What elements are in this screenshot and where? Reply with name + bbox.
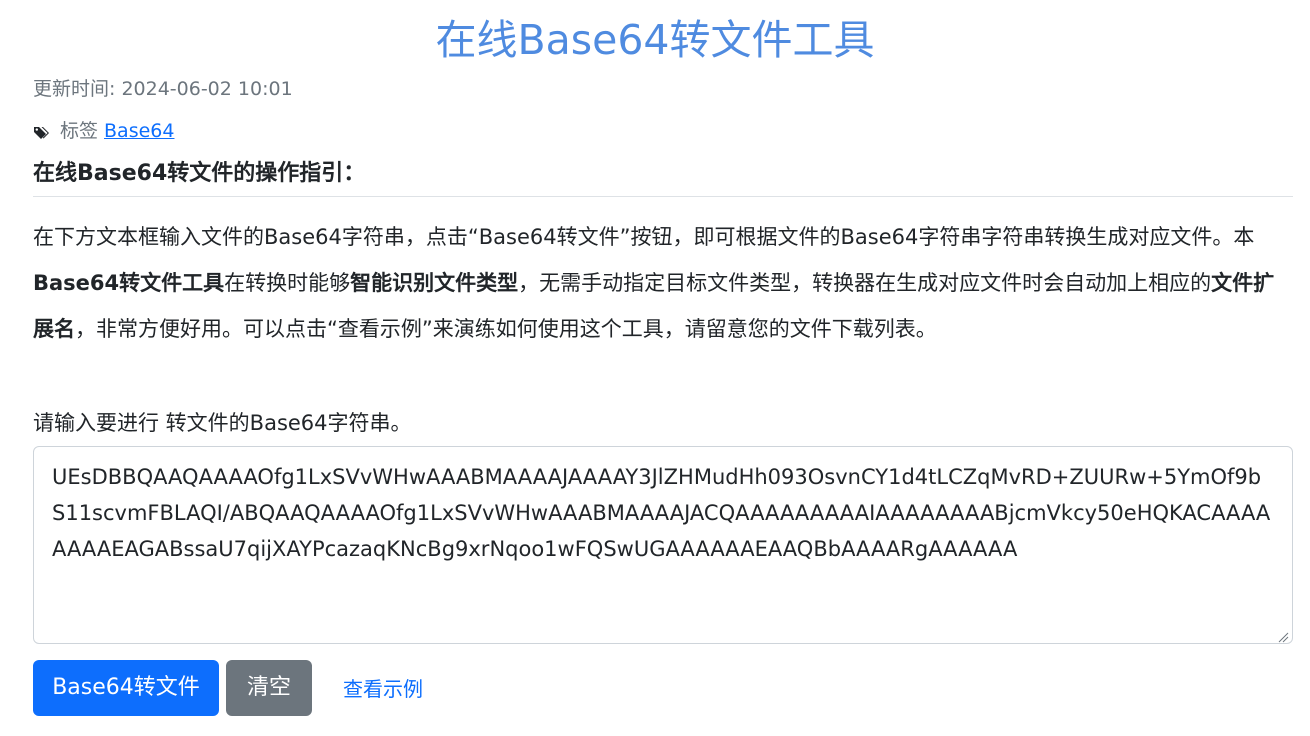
resize-handle-icon[interactable] xyxy=(1277,628,1289,643)
tags-label: 标签 xyxy=(60,120,99,142)
clear-button[interactable]: 清空 xyxy=(226,660,312,716)
tags-row: 标签 Base64 xyxy=(33,118,174,144)
desc-text-2: 在转换时能够 xyxy=(224,271,351,295)
tag-link-base64[interactable]: Base64 xyxy=(104,118,174,144)
view-example-link[interactable]: 查看示例 xyxy=(343,675,423,703)
update-time: 更新时间: 2024-06-02 10:01 xyxy=(33,78,293,100)
desc-text-4: ，非常方便好用。可以点击“查看示例”来演练如何使用这个工具，请留意您的文件下载列… xyxy=(75,317,937,341)
desc-text-3: ，无需手动指定目标文件类型，转换器在生成对应文件时会自动加上相应的 xyxy=(518,271,1212,295)
tags-icon xyxy=(33,123,54,140)
guide-title: 在线Base64转文件的操作指引： xyxy=(33,158,1293,197)
desc-bold-smart-detect: 智能识别文件类型 xyxy=(350,271,519,295)
convert-button[interactable]: Base64转文件 xyxy=(33,660,219,716)
page: 在线Base64转文件工具 更新时间: 2024-06-02 10:01 标签 … xyxy=(0,0,1310,736)
desc-text-1: 在下方文本框输入文件的Base64字符串，点击“Base64转文件”按钮，即可根… xyxy=(33,225,1255,249)
page-title: 在线Base64转文件工具 xyxy=(435,16,875,64)
desc-bold-tool-name: Base64转文件工具 xyxy=(33,271,225,295)
base64-input-label: 请输入要进行 转文件的Base64字符串。 xyxy=(33,411,412,435)
base64-textarea[interactable]: UEsDBBQAAQAAAAOfg1LxSVvWHwAAABMAAAAJAAAA… xyxy=(33,446,1293,644)
guide-description: 在下方文本框输入文件的Base64字符串，点击“Base64转文件”按钮，即可根… xyxy=(33,214,1295,352)
